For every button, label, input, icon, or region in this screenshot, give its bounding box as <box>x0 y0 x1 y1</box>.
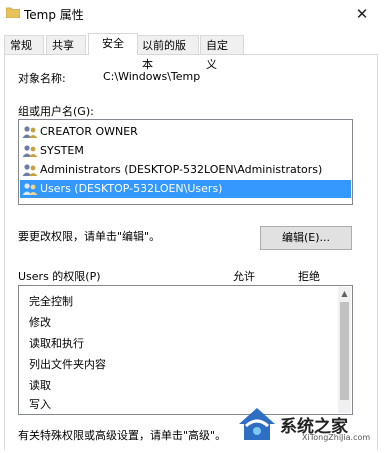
scroll-up-icon[interactable]: ▲ <box>338 287 351 300</box>
list-item-administrators[interactable]: Administrators (DESKTOP-532LOEN\Administ… <box>20 161 322 179</box>
deny-header: 拒绝 <box>298 270 320 283</box>
permissions-scrollbar[interactable]: ▲ <box>338 287 351 413</box>
permission-row: 列出文件夹内容 <box>29 358 106 371</box>
group-list-label: 组或用户名(G): <box>18 105 94 118</box>
close-icon: ✕ <box>355 5 369 23</box>
scroll-thumb[interactable] <box>340 302 349 400</box>
folder-icon <box>6 7 20 18</box>
site-watermark: 系统之家 XiTongZhiJia.com <box>232 400 382 446</box>
close-button[interactable]: ✕ <box>349 2 375 26</box>
permission-row: 修改 <box>29 316 51 329</box>
edit-hint: 要更改权限，请单击"编辑"。 <box>18 230 161 243</box>
allow-header: 允许 <box>233 270 255 283</box>
user-group-icon <box>22 164 38 176</box>
permission-row: 读取 <box>29 379 51 392</box>
object-name-label: 对象名称: <box>18 72 66 85</box>
permission-row: 读取和执行 <box>29 337 84 350</box>
tab-strip: 常规 共享 安全 以前的版本 自定义 <box>4 33 384 71</box>
list-item-users[interactable]: Users (DESKTOP-532LOEN\Users) <box>20 180 351 198</box>
permissions-label: Users 的权限(P) <box>18 270 101 283</box>
watermark-subtext: XiTongZhiJia.com <box>302 433 371 442</box>
tab-security[interactable]: 安全 <box>88 33 138 55</box>
group-user-list[interactable]: CREATOR OWNER SYSTEM Administrators (DES… <box>18 119 353 205</box>
tab-previous-versions[interactable]: 以前的版本 <box>136 35 199 71</box>
object-name-value: C:\Windows\Temp <box>103 70 201 83</box>
tab-sharing[interactable]: 共享 <box>46 35 86 54</box>
title-bar: Temp 属性 ✕ <box>0 0 385 30</box>
tab-customize[interactable]: 自定义 <box>200 35 244 71</box>
list-item-system[interactable]: SYSTEM <box>20 142 84 160</box>
user-group-icon <box>22 126 38 138</box>
permission-row: 写入 <box>29 398 51 411</box>
window-title: Temp 属性 <box>24 8 84 22</box>
user-group-icon <box>22 145 38 157</box>
tab-general[interactable]: 常规 <box>4 35 44 54</box>
permission-row: 完全控制 <box>29 295 73 308</box>
permissions-list[interactable]: 完全控制 修改 读取和执行 列出文件夹内容 读取 写入 ▲ <box>18 285 353 415</box>
advanced-hint: 有关特殊权限或高级设置，请单击"高级"。 <box>18 429 227 442</box>
edit-button[interactable]: 编辑(E)... <box>260 226 352 250</box>
house-logo-icon <box>239 408 275 440</box>
list-item-creator-owner[interactable]: CREATOR OWNER <box>20 123 138 141</box>
user-group-icon <box>22 183 38 195</box>
